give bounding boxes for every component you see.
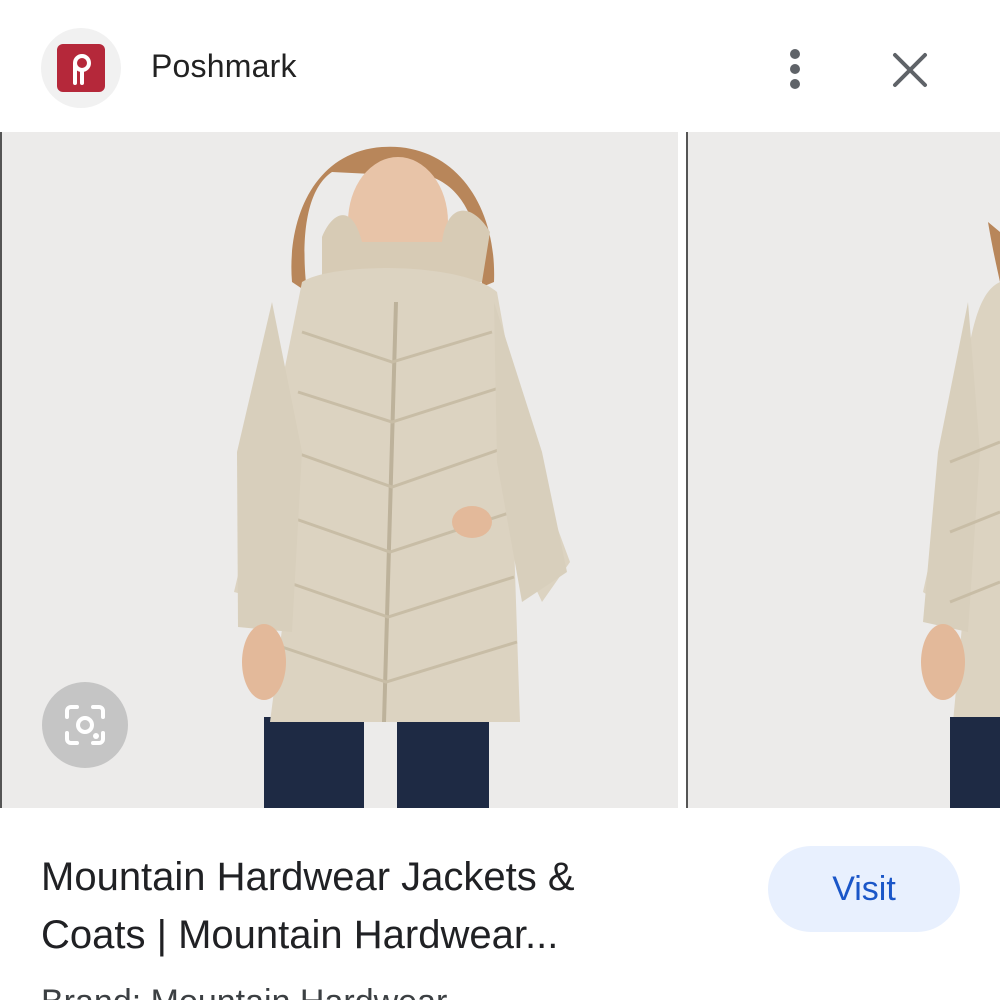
close-icon — [893, 53, 927, 87]
result-header: Poshmark — [0, 0, 1000, 132]
site-logo[interactable] — [41, 28, 121, 108]
image-result-page: Poshmark Mountain Hardwear Jackets & Coa… — [0, 0, 1000, 1000]
lens-button[interactable] — [42, 682, 128, 768]
site-name[interactable]: Poshmark — [151, 48, 297, 85]
more-options-button[interactable] — [770, 44, 820, 94]
title-line-1: Mountain Hardwear Jackets & — [41, 855, 575, 899]
product-image-next[interactable] — [686, 132, 1000, 808]
title-line-2: Coats | Mountain Hardwear... — [41, 913, 559, 957]
image-carousel[interactable] — [0, 132, 1000, 808]
product-image-main[interactable] — [0, 132, 678, 808]
result-title-link[interactable]: Mountain Hardwear Jackets & Coats | Moun… — [41, 848, 681, 964]
more-vert-icon — [790, 49, 800, 89]
poshmark-logo-icon — [57, 44, 105, 92]
brand-text: Brand: Mountain Hardwear — [41, 983, 447, 1000]
visit-button[interactable]: Visit — [768, 846, 960, 932]
jacket-photo-next — [688, 132, 1000, 808]
close-button[interactable] — [884, 44, 936, 96]
google-lens-icon — [65, 705, 105, 745]
